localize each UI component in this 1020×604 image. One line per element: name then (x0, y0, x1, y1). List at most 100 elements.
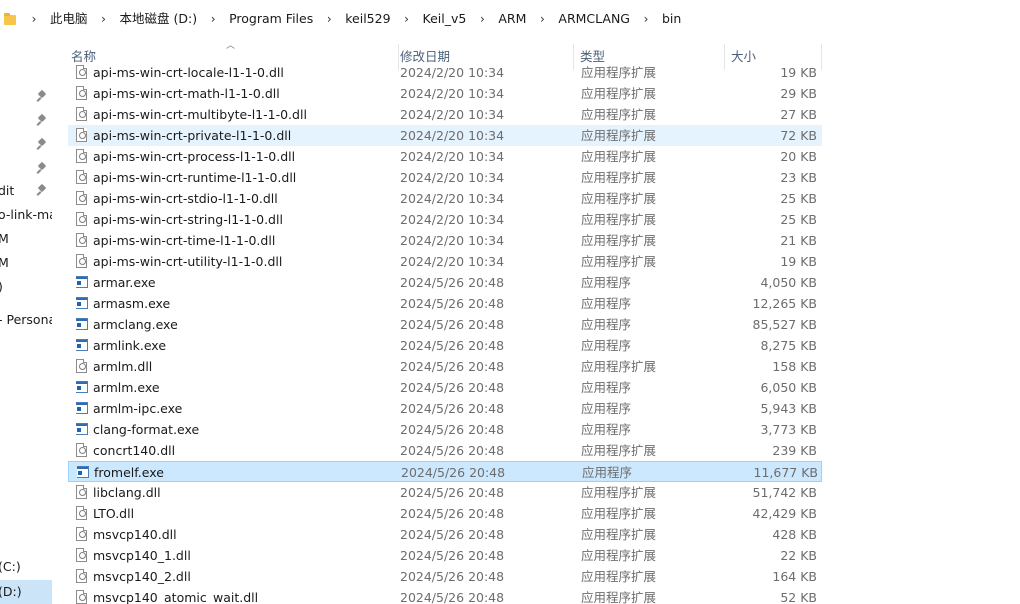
file-row[interactable]: msvcp140_atomic_wait.dll 2024/5/26 20:48 应… (68, 587, 822, 604)
file-row[interactable]: armlink.exe 2024/5/26 20:48 应用程序 8,275 KB (68, 335, 822, 356)
nav-item[interactable]: dit (0, 180, 52, 202)
file-name: api-ms-win-crt-private-l1-1-0.dll (93, 128, 292, 143)
dll-file-icon (76, 65, 88, 80)
nav-item[interactable]: M (0, 252, 52, 274)
file-size: 3,773 KB (760, 422, 817, 437)
pin-icon[interactable] (37, 185, 47, 197)
dll-file-icon (76, 149, 88, 164)
nav-item[interactable]: ) (0, 276, 52, 298)
file-type: 应用程序 (581, 401, 632, 416)
breadcrumb-arm[interactable]: ARM (492, 7, 532, 31)
nav-item-drive-c[interactable]: (C:) (0, 556, 52, 578)
breadcrumb-keil529[interactable]: keil529 (339, 7, 396, 31)
dll-file-icon (76, 569, 88, 584)
file-row[interactable]: msvcp140_1.dll 2024/5/26 20:48 应用程序扩展 22 KB (68, 545, 822, 566)
chevron-right-icon[interactable]: › (532, 12, 552, 26)
file-row[interactable]: msvcp140_2.dll 2024/5/26 20:48 应用程序扩展 164 K… (68, 566, 822, 587)
file-row[interactable]: msvcp140.dll 2024/5/26 20:48 应用程序扩展 428 KB (68, 524, 822, 545)
nav-item-label: dit (0, 183, 15, 198)
breadcrumb: › 此电脑 › 本地磁盘 (D:) › Program Files › keil… (24, 7, 687, 31)
file-row[interactable]: armasm.exe 2024/5/26 20:48 应用程序 12,265 KB (68, 293, 822, 314)
file-modified-date: 2024/5/26 20:48 (400, 422, 505, 437)
file-row[interactable]: api-ms-win-crt-math-l1-1-0.dll 2024/2/20 … (68, 83, 822, 104)
file-row[interactable]: armar.exe 2024/5/26 20:48 应用程序 4,050 KB (68, 272, 822, 293)
file-row[interactable]: api-ms-win-crt-time-l1-1-0.dll 2024/2/20 … (68, 230, 822, 251)
file-type: 应用程序扩展 (581, 212, 657, 227)
file-row[interactable]: api-ms-win-crt-private-l1-1-0.dll 2024/2/… (68, 125, 822, 146)
file-row[interactable]: api-ms-win-crt-string-l1-1-0.dll 2024/2/2… (68, 209, 822, 230)
breadcrumb-keil-v5[interactable]: Keil_v5 (417, 7, 473, 31)
file-modified-date: 2024/5/26 20:48 (400, 359, 505, 374)
file-list[interactable]: ︿ 名称 修改日期 类型 大小 api-ms-win-crt-locale-l1… (52, 38, 1020, 604)
file-modified-date: 2024/5/26 20:48 (400, 569, 505, 584)
file-row[interactable]: fromelf.exe 2024/5/26 20:48 应用程序 11,677 KB (68, 461, 822, 482)
chevron-right-icon[interactable]: › (472, 12, 492, 26)
file-row[interactable]: armclang.exe 2024/5/26 20:48 应用程序 85,527 KB (68, 314, 822, 335)
dll-file-icon (76, 590, 88, 604)
file-type: 应用程序扩展 (581, 128, 657, 143)
file-row[interactable]: armlm-ipc.exe 2024/5/26 20:48 应用程序 5,943 KB (68, 398, 822, 419)
file-name: msvcp140_2.dll (93, 569, 191, 584)
file-row[interactable]: armlm.exe 2024/5/26 20:48 应用程序 6,050 KB (68, 377, 822, 398)
file-size: 72 KB (780, 128, 817, 143)
pin-icon[interactable] (37, 163, 47, 175)
breadcrumb-drive-d[interactable]: 本地磁盘 (D:) (114, 7, 204, 31)
breadcrumb-this-pc[interactable]: 此电脑 (44, 7, 94, 31)
file-row[interactable]: api-ms-win-crt-process-l1-1-0.dll 2024/2/… (68, 146, 822, 167)
file-row[interactable]: api-ms-win-crt-locale-l1-1-0.dll 2024/2/2… (68, 62, 822, 83)
breadcrumb-bin[interactable]: bin (656, 7, 687, 31)
nav-item[interactable]: M (0, 228, 52, 250)
chevron-right-icon[interactable]: › (397, 12, 417, 26)
file-name: fromelf.exe (94, 465, 164, 480)
file-type: 应用程序扩展 (581, 527, 657, 542)
file-row[interactable]: api-ms-win-crt-stdio-l1-1-0.dll 2024/2/20… (68, 188, 822, 209)
file-type: 应用程序 (581, 317, 632, 332)
chevron-right-icon[interactable]: › (636, 12, 656, 26)
chevron-right-icon[interactable]: › (203, 12, 223, 26)
navigation-pane[interactable]: dit o-link-ma M M ) - Persona (C:) (D:) (0, 38, 52, 604)
file-type: 应用程序扩展 (581, 86, 657, 101)
file-name: api-ms-win-crt-process-l1-1-0.dll (93, 149, 296, 164)
file-type: 应用程序扩展 (581, 443, 657, 458)
breadcrumb-program-files[interactable]: Program Files (223, 7, 319, 31)
file-name: LTO.dll (93, 506, 135, 521)
nav-item-label: o-link-ma (0, 207, 52, 222)
exe-file-icon (76, 401, 88, 416)
file-row[interactable]: api-ms-win-crt-runtime-l1-1-0.dll 2024/2/… (68, 167, 822, 188)
chevron-right-icon[interactable]: › (319, 12, 339, 26)
file-row[interactable]: libclang.dll 2024/5/26 20:48 应用程序扩展 51,742 … (68, 482, 822, 503)
file-row[interactable]: LTO.dll 2024/5/26 20:48 应用程序扩展 42,429 KB (68, 503, 822, 524)
file-modified-date: 2024/2/20 10:34 (400, 128, 505, 143)
file-type: 应用程序扩展 (581, 149, 657, 164)
file-name: clang-format.exe (93, 422, 200, 437)
chevron-right-icon[interactable]: › (24, 12, 44, 26)
dll-file-icon (76, 107, 88, 122)
file-size: 11,677 KB (753, 465, 818, 480)
file-type: 应用程序扩展 (581, 485, 657, 500)
file-modified-date: 2024/2/20 10:34 (400, 107, 505, 122)
file-name: armar.exe (93, 275, 156, 290)
nav-item[interactable]: - Persona (0, 309, 52, 331)
file-type: 应用程序扩展 (581, 590, 657, 604)
file-row[interactable]: api-ms-win-crt-utility-l1-1-0.dll 2024/2/… (68, 251, 822, 272)
pin-icon[interactable] (37, 91, 47, 103)
file-size: 29 KB (780, 86, 817, 101)
address-bar[interactable]: › 此电脑 › 本地磁盘 (D:) › Program Files › keil… (0, 0, 1020, 38)
breadcrumb-armclang[interactable]: ARMCLANG (552, 7, 636, 31)
chevron-right-icon[interactable]: › (94, 12, 114, 26)
file-row[interactable]: concrt140.dll 2024/5/26 20:48 应用程序扩展 239 KB (68, 440, 822, 461)
file-row[interactable]: api-ms-win-crt-multibyte-l1-1-0.dll 2024/… (68, 104, 822, 125)
pin-icon[interactable] (37, 139, 47, 151)
file-name: api-ms-win-crt-stdio-l1-1-0.dll (93, 191, 278, 206)
nav-item-drive-d[interactable]: (D:) (0, 580, 52, 604)
file-modified-date: 2024/2/20 10:34 (400, 86, 505, 101)
nav-item[interactable]: o-link-ma (0, 204, 52, 226)
file-name: armlm.exe (93, 380, 160, 395)
file-type: 应用程序 (581, 275, 632, 290)
file-row[interactable]: armlm.dll 2024/5/26 20:48 应用程序扩展 158 KB (68, 356, 822, 377)
file-modified-date: 2024/5/26 20:48 (401, 465, 506, 480)
file-row[interactable]: clang-format.exe 2024/5/26 20:48 应用程序 3,773… (68, 419, 822, 440)
file-name: api-ms-win-crt-multibyte-l1-1-0.dll (93, 107, 307, 122)
pin-icon[interactable] (37, 115, 47, 127)
dll-file-icon (76, 233, 88, 248)
